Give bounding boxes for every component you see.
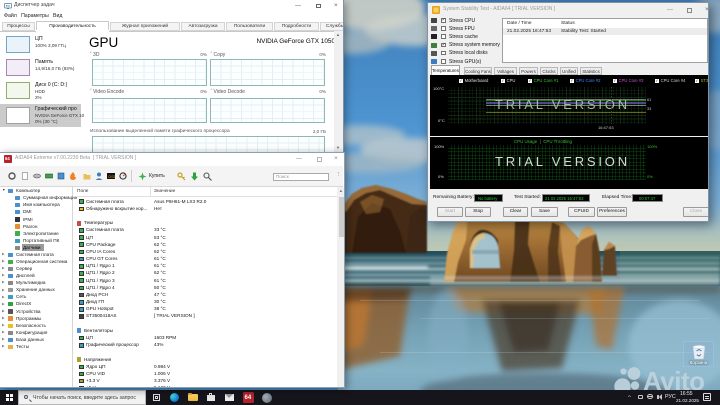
svg-text:OSD: OSD — [108, 174, 115, 179]
